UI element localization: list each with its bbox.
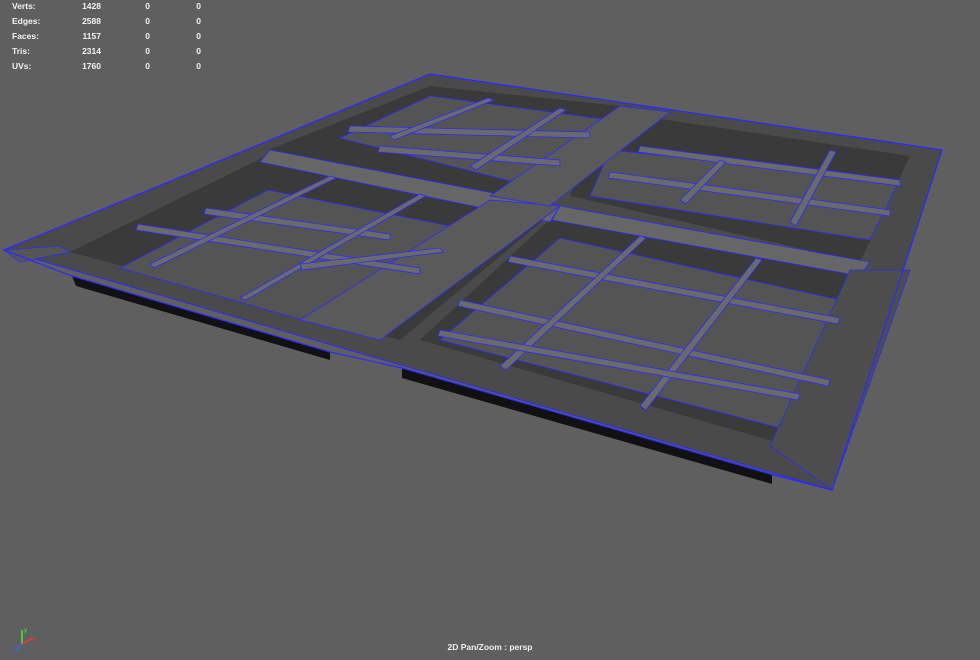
hud-label: Edges: (12, 16, 41, 26)
mesh-frame (2, 73, 943, 491)
hud-value: 0 (145, 46, 150, 56)
hud-row-verts: Verts: 1428 0 0 (0, 1, 220, 15)
hud-value: 2588 (82, 16, 101, 26)
hud-label: Tris: (12, 46, 30, 56)
hud-value: 0 (196, 31, 201, 41)
hud-label: Faces: (12, 31, 39, 41)
hud-value: 0 (196, 1, 201, 11)
hud-value: 0 (145, 1, 150, 11)
hud-value: 0 (145, 31, 150, 41)
camera-label: 2D Pan/Zoom : persp (447, 642, 533, 652)
hud-value: 1760 (82, 61, 101, 71)
hud-label: Verts: (12, 1, 36, 11)
hud-row-edges: Edges: 2588 0 0 (0, 16, 220, 30)
hud-row-faces: Faces: 1157 0 0 (0, 31, 220, 45)
hud-row-tris: Tris: 2314 0 0 (0, 46, 220, 60)
hud-value: 0 (145, 16, 150, 26)
hud-value: 0 (196, 46, 201, 56)
hud-value: 0 (196, 61, 201, 71)
hud-value: 1428 (82, 1, 101, 11)
hud-value: 0 (145, 61, 150, 71)
viewport-persp[interactable]: Verts: 1428 0 0 Edges: 2588 0 0 Faces: 1… (0, 0, 980, 660)
axis-y-label: y (24, 628, 27, 634)
hud-label: UVs: (12, 61, 32, 71)
hud-value: 0 (196, 16, 201, 26)
hud-value: 2314 (82, 46, 101, 56)
hud-value: 1157 (82, 31, 101, 41)
mesh-scene[interactable] (0, 0, 980, 660)
hud-row-uvs: UVs: 1760 0 0 (0, 61, 220, 75)
